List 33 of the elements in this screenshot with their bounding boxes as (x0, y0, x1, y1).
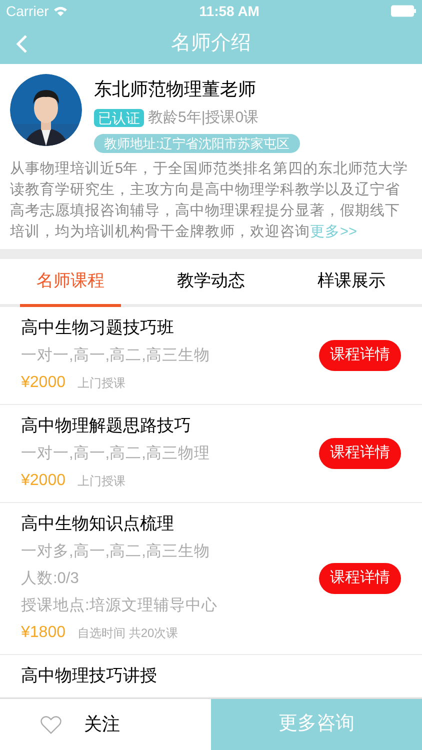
tab[interactable]: 教学动态 (160, 258, 262, 304)
course-details-button[interactable]: 课程详情 (319, 438, 401, 468)
battery-icon (391, 5, 416, 17)
course-detail: 人数:0/3 (21, 568, 80, 588)
course-note: 自选时间 共20次课 (78, 624, 178, 642)
page-title: 名师介绍 (171, 31, 251, 56)
tab[interactable]: 名师课程 (20, 258, 121, 306)
tab[interactable]: 样课展示 (301, 258, 402, 304)
wifi-icon (52, 6, 68, 16)
course-note: 上门授课 (78, 374, 126, 392)
heart-icon (40, 714, 62, 734)
carrier-label: Carrier (6, 2, 49, 20)
course-title: 高中生物习题技巧班 (21, 316, 175, 338)
course-title: 高中物理技巧讲授 (21, 664, 158, 686)
course-note: 上门授课 (78, 472, 126, 490)
teacher-stats: 教龄5年|授课0课 (148, 108, 259, 128)
course-price: ¥2000 (21, 372, 66, 392)
back-icon (16, 34, 28, 54)
course-details-button[interactable]: 课程详情 (319, 340, 401, 370)
course-title: 高中生物知识点梳理 (21, 512, 175, 534)
course-detail: 一对一,高一,高二,高三生物 (21, 346, 211, 366)
course-details-button[interactable]: 课程详情 (319, 562, 401, 594)
verified-badge: 已认证 (94, 109, 144, 128)
teacher-bio: 从事物理培训近5年，于全国师范类排名第四的东北师范大学读教育学研究生，主攻方向是高中物理学科教学以及辽宁省高考志愿填报咨询辅导，高中物理课程提分显著，假期线下培训，均为培训机构骨干金牌教师，欢迎咨询更多>> (10, 160, 410, 242)
course-detail: 授课地点:培源文理辅导中心 (21, 596, 218, 616)
course-detail: 一对一,高一,高二,高三物理 (21, 444, 211, 464)
teacher-name: 东北师范物理董老师 (94, 78, 257, 101)
address-tag: 教师地址:辽宁省沈阳市苏家屯区 (94, 134, 300, 152)
course-title: 高中物理解题思路技巧 (21, 414, 192, 436)
status-time: 11:58 AM (199, 2, 260, 20)
course-price: ¥2000 (21, 470, 66, 490)
course-price: ¥1800 (21, 622, 66, 642)
course-detail: 一对多,高一,高二,高三生物 (21, 542, 211, 562)
